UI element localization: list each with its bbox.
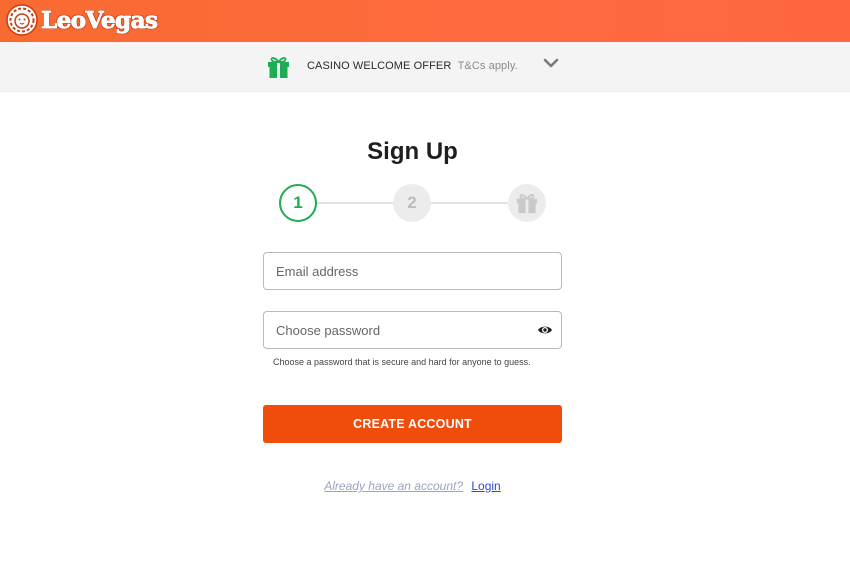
password-field-wrapper <box>263 311 562 349</box>
offer-text: CASINO WELCOME OFFER T&Cs apply. <box>307 60 518 72</box>
step-2-indicator: 2 <box>393 184 431 222</box>
email-input[interactable] <box>274 262 551 280</box>
create-account-button[interactable]: CREATE ACCOUNT <box>263 405 562 443</box>
lion-logo-icon <box>6 4 38 36</box>
page-title: Sign Up <box>367 138 458 165</box>
step-1-indicator: 1 <box>279 184 317 222</box>
already-have-account-text: Already have an account? <box>324 479 464 493</box>
welcome-offer-bar[interactable]: CASINO WELCOME OFFER T&Cs apply. <box>0 42 850 92</box>
chevron-down-icon[interactable] <box>542 56 560 70</box>
email-field-wrapper <box>263 252 562 290</box>
step-connector <box>431 202 508 204</box>
offer-title: CASINO WELCOME OFFER <box>307 60 452 72</box>
login-prompt: Already have an account? Login <box>0 479 825 493</box>
brand-name: LeoVegas <box>40 6 158 34</box>
gift-icon <box>516 194 538 214</box>
offer-terms: T&Cs apply. <box>457 60 518 72</box>
step-final-indicator <box>508 184 546 222</box>
brand-logo[interactable]: LeoVegas <box>6 4 158 36</box>
eye-icon[interactable] <box>537 322 553 338</box>
login-link[interactable]: Login <box>471 479 500 493</box>
top-header: LeoVegas <box>0 0 850 42</box>
password-hint: Choose a password that is secure and har… <box>273 357 531 367</box>
step-connector <box>317 202 393 204</box>
gift-icon <box>268 57 289 78</box>
password-input[interactable] <box>274 321 510 339</box>
